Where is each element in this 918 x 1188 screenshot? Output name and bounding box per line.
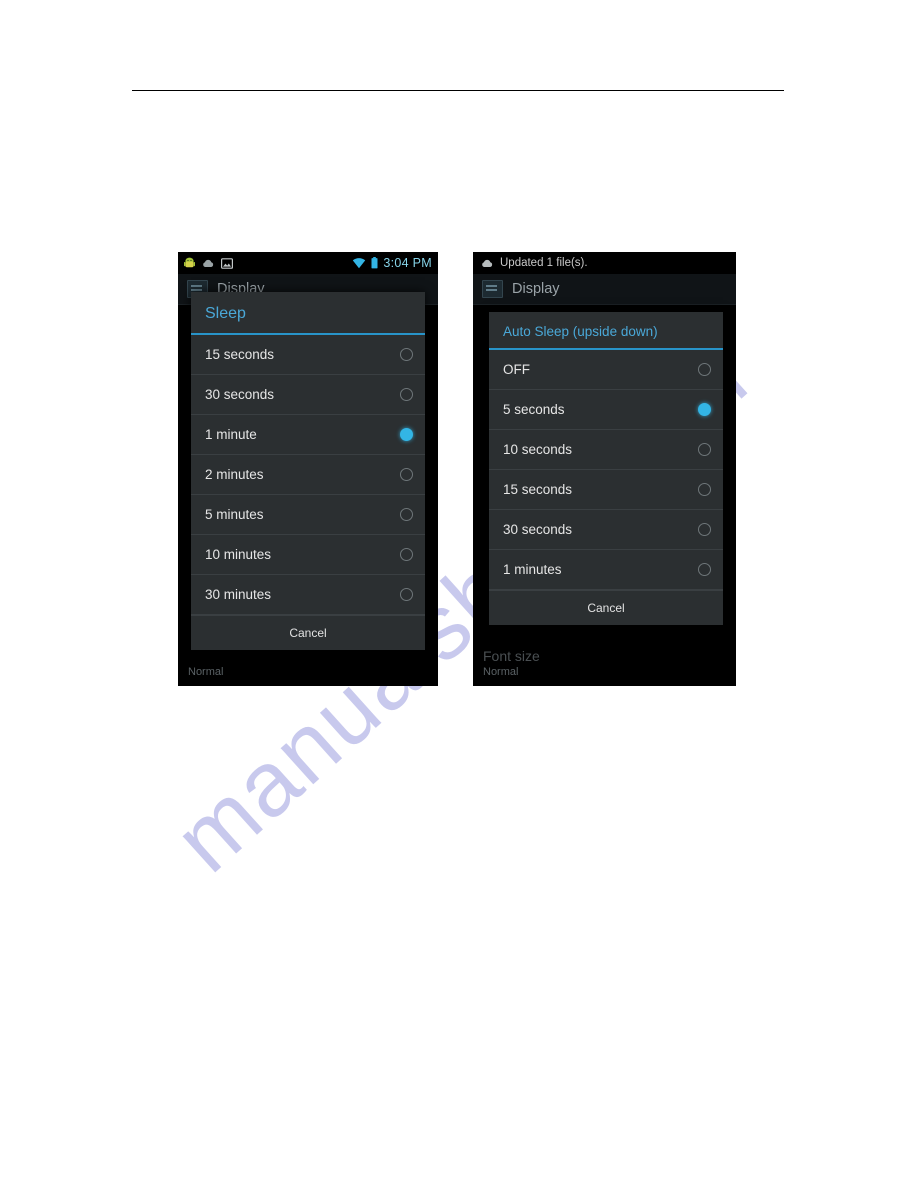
auto-sleep-dialog-cancel-label: Cancel [587,601,625,615]
sleep-dialog-title: Sleep [191,292,425,335]
sleep-option-list: 15 seconds 30 seconds 1 minute 2 minutes 5 m… [191,335,425,615]
sleep-option-label: 10 minutes [205,547,272,562]
auto-sleep-option-row[interactable]: OFF [489,350,723,390]
auto-sleep-option-row[interactable]: 5 seconds [489,390,723,430]
left-phone-screenshot: 3:04 PM Display Normal Sleep 15 seconds 3… [178,252,438,686]
left-status-clock: 3:04 PM [383,256,432,270]
auto-sleep-option-label: 15 seconds [503,482,573,497]
auto-sleep-option-label: 10 seconds [503,442,573,457]
left-status-system-icons: 3:04 PM [352,256,432,270]
sleep-option-label: 2 minutes [205,467,264,482]
right-bg-setting-title: Font size [483,648,540,664]
radio-unselected-icon[interactable] [400,468,413,481]
radio-unselected-icon[interactable] [698,483,711,496]
right-action-bar-title: Display [512,281,560,297]
sleep-dialog-cancel-button[interactable]: Cancel [191,615,425,650]
sleep-option-label: 30 seconds [205,387,275,402]
left-background-settings: Normal [178,665,438,686]
auto-sleep-option-label: OFF [503,362,530,377]
sleep-option-row[interactable]: 15 seconds [191,335,425,375]
page-header-rule [132,90,784,91]
display-settings-icon [482,280,503,298]
sleep-option-row[interactable]: 2 minutes [191,455,425,495]
right-notification-bar: Updated 1 file(s). [473,252,736,274]
radio-unselected-icon[interactable] [698,523,711,536]
left-status-bar: 3:04 PM [178,252,438,274]
android-robot-icon [184,257,195,269]
auto-sleep-dialog-title: Auto Sleep (upside down) [489,312,723,350]
radio-unselected-icon[interactable] [400,388,413,401]
radio-unselected-icon[interactable] [400,548,413,561]
left-status-notification-icons [184,257,234,269]
right-background-settings: Font size Normal [473,648,736,686]
sleep-option-label: 30 minutes [205,587,272,602]
radio-unselected-icon[interactable] [698,363,711,376]
sleep-dialog: Sleep 15 seconds 30 seconds 1 minute 2 minu… [191,292,425,650]
radio-unselected-icon[interactable] [400,348,413,361]
auto-sleep-option-list: OFF 5 seconds 10 seconds 15 seconds 30 secon… [489,350,723,590]
auto-sleep-option-label: 5 seconds [503,402,565,417]
auto-sleep-option-row[interactable]: 10 seconds [489,430,723,470]
sleep-option-row[interactable]: 5 minutes [191,495,425,535]
auto-sleep-option-row[interactable]: 15 seconds [489,470,723,510]
right-phone-screenshot: Updated 1 file(s). Display Font size Nor… [473,252,736,686]
wifi-icon [352,257,366,269]
radio-unselected-icon[interactable] [698,563,711,576]
sleep-option-label: 15 seconds [205,347,275,362]
auto-sleep-option-label: 1 minutes [503,562,562,577]
radio-unselected-icon[interactable] [698,443,711,456]
radio-unselected-icon[interactable] [400,588,413,601]
right-notification-text: Updated 1 file(s). [500,257,588,269]
sleep-option-row[interactable]: 1 minute [191,415,425,455]
sleep-option-label: 1 minute [205,427,257,442]
auto-sleep-option-row[interactable]: 30 seconds [489,510,723,550]
sleep-option-row[interactable]: 30 seconds [191,375,425,415]
sleep-option-row[interactable]: 30 minutes [191,575,425,615]
radio-selected-icon[interactable] [400,428,413,441]
cloud-upload-icon [481,259,493,268]
right-bg-setting-value: Normal [483,666,519,678]
auto-sleep-dialog: Auto Sleep (upside down) OFF 5 seconds 10 … [489,312,723,625]
auto-sleep-option-row[interactable]: 1 minutes [489,550,723,590]
sleep-option-row[interactable]: 10 minutes [191,535,425,575]
cloud-upload-icon [202,259,214,268]
sleep-option-label: 5 minutes [205,507,264,522]
gallery-image-icon [221,257,234,269]
left-bg-setting-value: Normal [188,666,224,678]
sleep-dialog-cancel-label: Cancel [289,626,327,640]
auto-sleep-option-label: 30 seconds [503,522,573,537]
battery-icon [371,257,378,269]
radio-selected-icon[interactable] [698,403,711,416]
radio-unselected-icon[interactable] [400,508,413,521]
auto-sleep-dialog-cancel-button[interactable]: Cancel [489,590,723,625]
right-action-bar: Display [473,274,736,305]
